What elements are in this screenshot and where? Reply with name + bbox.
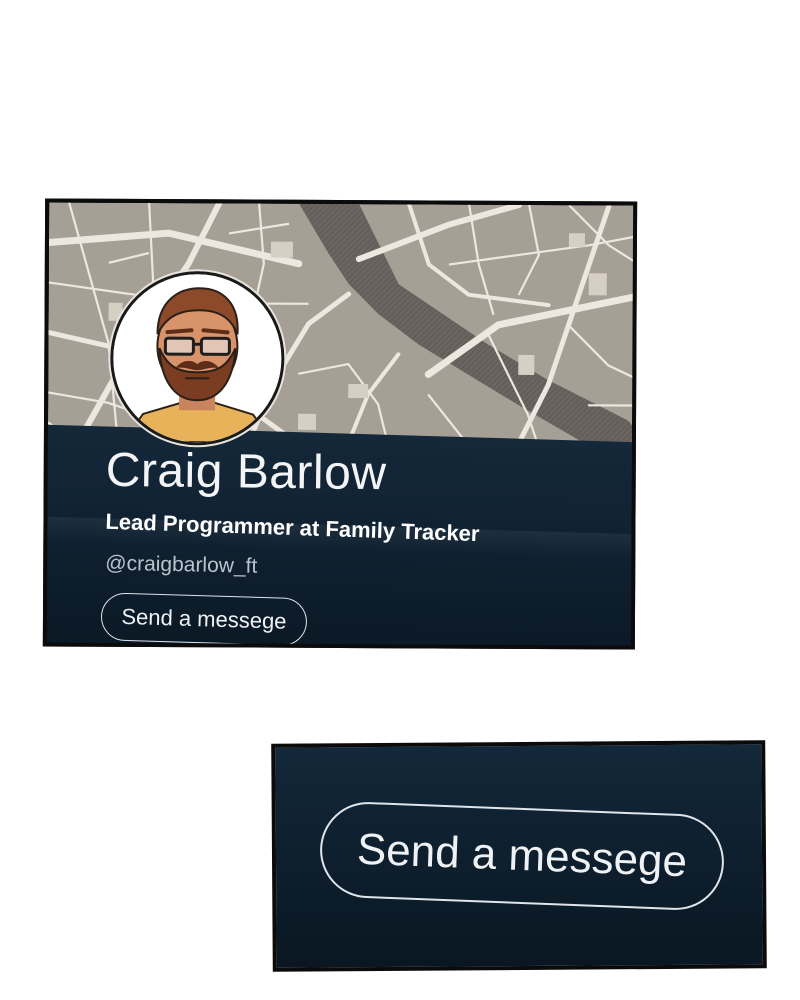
- profile-card-panel: Craig Barlow Lead Programmer at Family T…: [42, 198, 638, 650]
- bearded-man-icon: [112, 273, 282, 443]
- avatar[interactable]: [109, 270, 285, 446]
- zoom-button-panel: Send a messege: [271, 740, 767, 972]
- send-message-button-zoomed[interactable]: Send a messege: [318, 800, 726, 912]
- profile-info: Craig Barlow Lead Programmer at Family T…: [105, 443, 480, 578]
- send-message-button[interactable]: Send a messege: [100, 592, 308, 647]
- profile-name: Craig Barlow: [105, 443, 387, 501]
- profile-job-title: Lead Programmer at Family Tracker: [105, 508, 480, 547]
